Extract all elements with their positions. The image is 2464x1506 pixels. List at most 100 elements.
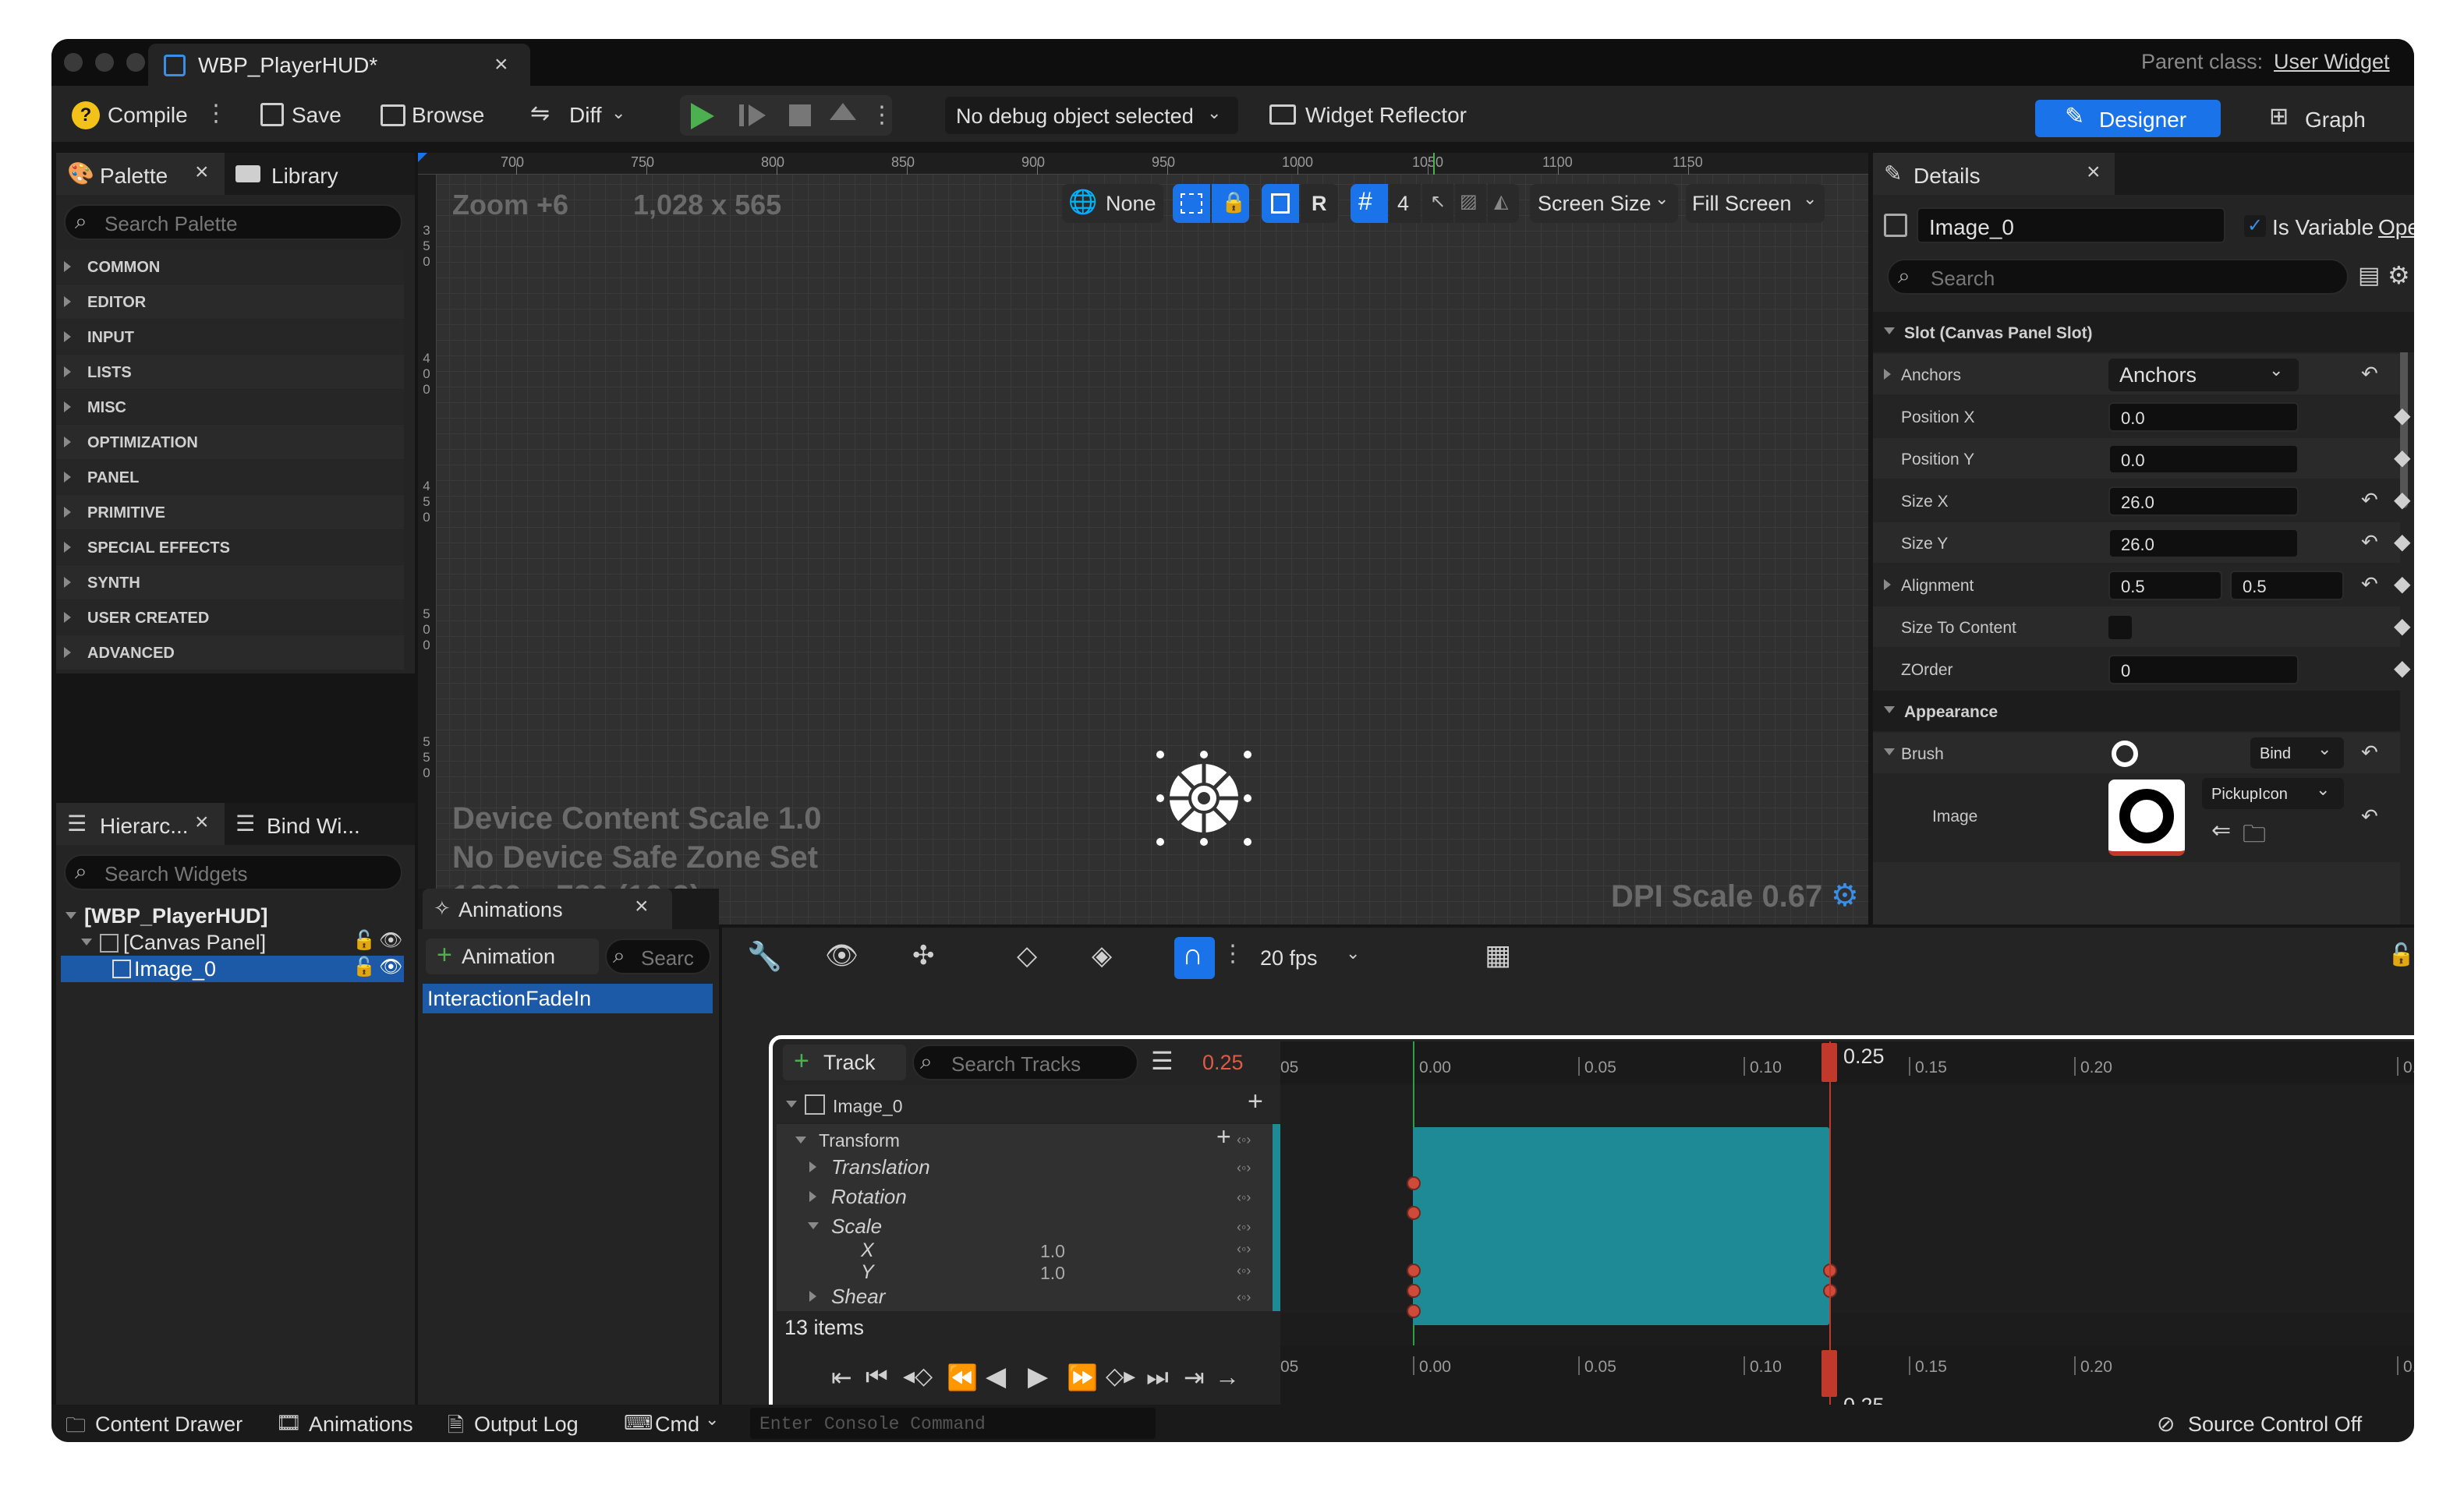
- scale-y-value[interactable]: 1.0: [1040, 1263, 1065, 1284]
- screen-size-dropdown[interactable]: Screen Size ⌄: [1530, 184, 1678, 223]
- details-search-input[interactable]: ⌕ Search: [1887, 259, 2349, 295]
- content-drawer-button[interactable]: 🗀 Content Drawer: [59, 1408, 262, 1439]
- step-back-frame-icon[interactable]: ⏪: [947, 1363, 978, 1392]
- is-variable-checkbox[interactable]: ✓ Is Variable: [2244, 212, 2400, 240]
- loop-icon[interactable]: →: [1215, 1363, 1240, 1391]
- animation-list-item[interactable]: InteractionFadeIn: [423, 984, 713, 1013]
- collapse-arrow-icon[interactable]: [786, 1101, 797, 1108]
- eject-icon[interactable]: [830, 103, 856, 120]
- playhead-handle-bottom[interactable]: [1821, 1350, 1837, 1397]
- palette-category-misc[interactable]: MISC: [56, 390, 404, 424]
- reset-icon[interactable]: ↶: [2361, 572, 2378, 596]
- parent-class-link[interactable]: User Widget: [2274, 50, 2390, 74]
- reset-icon[interactable]: ↶: [2361, 804, 2378, 829]
- playback-options-icon[interactable]: ✣: [912, 940, 935, 971]
- palette-category-editor[interactable]: EDITOR: [56, 285, 404, 319]
- stop-icon[interactable]: [789, 104, 811, 126]
- key-navigation-icon[interactable]: ‹◦›: [1237, 1160, 1251, 1176]
- reset-icon[interactable]: ↶: [2361, 362, 2378, 386]
- keyframe[interactable]: [1407, 1304, 1421, 1318]
- flip-button[interactable]: ◭: [1488, 184, 1519, 223]
- palette-category-synth[interactable]: SYNTH: [56, 565, 404, 599]
- collapse-arrow-icon[interactable]: [795, 1137, 806, 1144]
- close-tab-icon[interactable]: ×: [635, 893, 649, 920]
- settings-gear-icon[interactable]: ⚙: [2388, 260, 2410, 290]
- fps-dropdown[interactable]: 20 fps ⌄: [1260, 940, 1369, 976]
- expand-arrow-icon[interactable]: [809, 1191, 816, 1202]
- use-selected-icon[interactable]: ⇐: [2211, 817, 2231, 844]
- palette-search-input[interactable]: ⌕ Search Palette: [64, 204, 402, 240]
- respect-locks-button[interactable]: [1262, 184, 1299, 223]
- tab-animations[interactable]: ✧ Animations ×: [423, 889, 672, 929]
- wrench-icon[interactable]: 🔧: [747, 940, 782, 973]
- collapse-arrow-icon[interactable]: [1884, 748, 1895, 755]
- close-tab-icon[interactable]: ×: [494, 51, 508, 78]
- key-interp-icon[interactable]: ◇: [1017, 940, 1037, 971]
- collapse-arrow-icon[interactable]: [808, 1222, 819, 1229]
- play-options-icon[interactable]: ⋮: [870, 101, 894, 129]
- keyframe-add-icon[interactable]: ◆: [2394, 529, 2411, 554]
- keyframe[interactable]: [1407, 1176, 1421, 1190]
- tab-details[interactable]: ✎ Details ×: [1873, 153, 2115, 195]
- step-forward-key-icon[interactable]: ◇▸: [1106, 1363, 1135, 1390]
- grid-snap-button[interactable]: #: [1351, 184, 1388, 223]
- play-icon[interactable]: [691, 103, 714, 129]
- size-to-content-checkbox[interactable]: [2108, 616, 2132, 639]
- palette-category-primitive[interactable]: PRIMITIVE: [56, 495, 404, 529]
- key-navigation-icon[interactable]: ‹◦›: [1237, 1263, 1251, 1279]
- diff-button[interactable]: ⇋ Diff ⌄: [530, 98, 632, 133]
- palette-category-special-effects[interactable]: SPECIAL EFFECTS: [56, 530, 404, 564]
- jump-to-start-icon[interactable]: ⇤: [831, 1363, 852, 1392]
- snap-toggle-button[interactable]: ∩: [1174, 937, 1215, 979]
- filter-icon[interactable]: ☰: [1151, 1046, 1174, 1076]
- hierarchy-search-input[interactable]: ⌕ Search Widgets: [64, 854, 402, 890]
- auto-key-icon[interactable]: ◈: [1092, 940, 1112, 971]
- r-toggle-button[interactable]: R: [1301, 184, 1338, 223]
- step-back-key-icon[interactable]: ◂◇: [903, 1363, 933, 1390]
- snap-options-icon[interactable]: ⋮: [1221, 940, 1244, 967]
- play-forward-icon[interactable]: ▶: [1028, 1361, 1048, 1392]
- maximize-dot-icon[interactable]: [126, 53, 145, 72]
- tab-hierarchy[interactable]: ☰ Hierarc... ×: [56, 803, 225, 845]
- keyframe-add-icon[interactable]: ◆: [2394, 444, 2411, 470]
- add-key-icon[interactable]: +: [1216, 1122, 1231, 1151]
- grid-size-button[interactable]: 4: [1390, 184, 1421, 223]
- key-navigation-icon[interactable]: ‹◦›: [1237, 1289, 1251, 1306]
- designer-canvas[interactable]: 700 750 800 850 900 950 1000 1050 1100 1150 350 40…: [418, 153, 1868, 924]
- section-slot-header[interactable]: Slot (Canvas Panel Slot): [1873, 312, 2414, 352]
- localization-preview-button[interactable]: 🌐 None: [1062, 184, 1163, 223]
- position-y-field[interactable]: 0.0: [2108, 444, 2299, 474]
- alignment-y-field[interactable]: 0.5: [2230, 571, 2344, 600]
- table-view-icon[interactable]: ▤: [2358, 262, 2380, 289]
- tab-bind-widgets[interactable]: ☰ Bind Wi...: [228, 803, 399, 845]
- reset-icon[interactable]: ↶: [2361, 530, 2378, 554]
- dpi-settings-gear-icon[interactable]: ⚙: [1831, 878, 1859, 914]
- collapse-arrow-icon[interactable]: [65, 912, 76, 919]
- curve-editor-icon[interactable]: ▦: [1485, 939, 1511, 971]
- expand-arrow-icon[interactable]: [1884, 369, 1891, 380]
- keyframe-add-icon[interactable]: ◆: [2394, 486, 2411, 512]
- playhead-handle-top[interactable]: [1821, 1043, 1837, 1082]
- cmd-dropdown[interactable]: ⌨ Cmd ⌄: [621, 1408, 738, 1439]
- source-control-button[interactable]: ⊘ Source Control Off: [2157, 1408, 2406, 1439]
- scale-x-value[interactable]: 1.0: [1040, 1241, 1065, 1262]
- jump-to-end-icon[interactable]: ⇥: [1184, 1363, 1205, 1392]
- visibility-icon[interactable]: 👁: [379, 956, 402, 978]
- compile-options-icon[interactable]: ⋮: [204, 100, 228, 127]
- widget-reflector-button[interactable]: Widget Reflector: [1269, 98, 1480, 133]
- dashed-select-button[interactable]: [1173, 184, 1210, 223]
- keyframe-add-icon[interactable]: ◆: [2394, 613, 2411, 638]
- tab-library[interactable]: Library: [228, 153, 384, 195]
- graph-mode-button[interactable]: ⊞ Graph: [2269, 100, 2386, 137]
- alignment-x-field[interactable]: 0.5: [2108, 571, 2222, 600]
- keyframe-add-icon[interactable]: ◆: [2394, 655, 2411, 681]
- keyframe-add-icon[interactable]: ◆: [2394, 571, 2411, 596]
- key-navigation-icon[interactable]: ‹◦›: [1237, 1219, 1251, 1236]
- key-navigation-icon[interactable]: ‹◦›: [1237, 1241, 1251, 1257]
- lock-toggle-button[interactable]: 🔒: [1212, 184, 1249, 223]
- cursor-button[interactable]: ↖: [1422, 184, 1453, 223]
- keyframe[interactable]: [1407, 1264, 1421, 1278]
- palette-category-optimization[interactable]: OPTIMIZATION: [56, 425, 404, 459]
- palette-category-user-created[interactable]: USER CREATED: [56, 600, 404, 635]
- size-x-field[interactable]: 26.0: [2108, 486, 2299, 516]
